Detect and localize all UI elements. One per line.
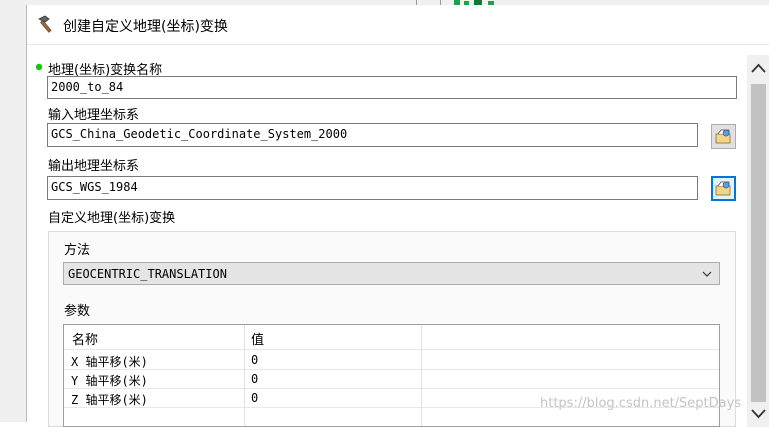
output-gcs-field[interactable]: GCS_WGS_1984 xyxy=(47,176,698,200)
params-label: 参数 xyxy=(64,304,91,319)
hammer-icon xyxy=(38,15,52,33)
method-dropdown[interactable]: GEOCENTRIC_TRANSLATION xyxy=(63,262,720,285)
param-value-cell[interactable]: 0 xyxy=(251,391,258,405)
method-selected-value: GEOCENTRIC_TRANSLATION xyxy=(68,267,227,281)
method-label: 方法 xyxy=(64,243,91,258)
globe-properties-icon xyxy=(715,129,731,144)
background-window-edge xyxy=(0,0,26,422)
header-divider xyxy=(64,349,719,350)
globe-properties-icon xyxy=(715,181,731,196)
title-bar: 创建自定义地理(坐标)变换 xyxy=(27,5,769,43)
chevron-up-icon[interactable] xyxy=(747,59,769,79)
chevron-down-icon[interactable] xyxy=(747,403,769,423)
output-gcs-label: 输出地理坐标系 xyxy=(48,159,140,174)
input-gcs-browse-button[interactable] xyxy=(711,124,736,149)
param-name-cell: Z 轴平移(米) xyxy=(71,393,148,407)
param-value-cell[interactable]: 0 xyxy=(251,372,258,386)
row-divider xyxy=(64,369,719,370)
output-gcs-browse-button[interactable] xyxy=(711,176,736,201)
transform-name-input[interactable]: 2000_to_84 xyxy=(47,76,737,99)
chevron-down-icon xyxy=(702,271,712,277)
parameters-table: 名称 值 X 轴平移(米) 0 Y 轴平移(米) 0 Z 轴平移(米) 0 xyxy=(63,324,720,427)
column-separator xyxy=(421,325,422,426)
column-header-name[interactable]: 名称 xyxy=(72,329,98,348)
column-header-value[interactable]: 值 xyxy=(251,329,264,348)
column-separator xyxy=(244,325,245,426)
scrollbar-thumb[interactable] xyxy=(751,84,766,402)
row-divider xyxy=(64,388,719,389)
watermark-text: https://blog.csdn.net/SeptDays xyxy=(540,396,742,411)
input-gcs-field[interactable]: GCS_China_Geodetic_Coordinate_System_200… xyxy=(47,123,698,147)
input-gcs-label: 输入地理坐标系 xyxy=(48,108,140,123)
create-custom-transform-dialog: 创建自定义地理(坐标)变换 地理(坐标)变换名称 2000_to_84 输入地理… xyxy=(26,5,769,427)
param-value-cell[interactable]: 0 xyxy=(251,353,258,367)
dialog-title: 创建自定义地理(坐标)变换 xyxy=(63,19,228,35)
param-name-cell: X 轴平移(米) xyxy=(71,355,148,369)
title-separator xyxy=(27,44,769,45)
custom-transform-label: 自定义地理(坐标)变换 xyxy=(48,211,176,226)
param-name-cell: Y 轴平移(米) xyxy=(71,374,148,388)
required-indicator-icon xyxy=(35,63,43,71)
